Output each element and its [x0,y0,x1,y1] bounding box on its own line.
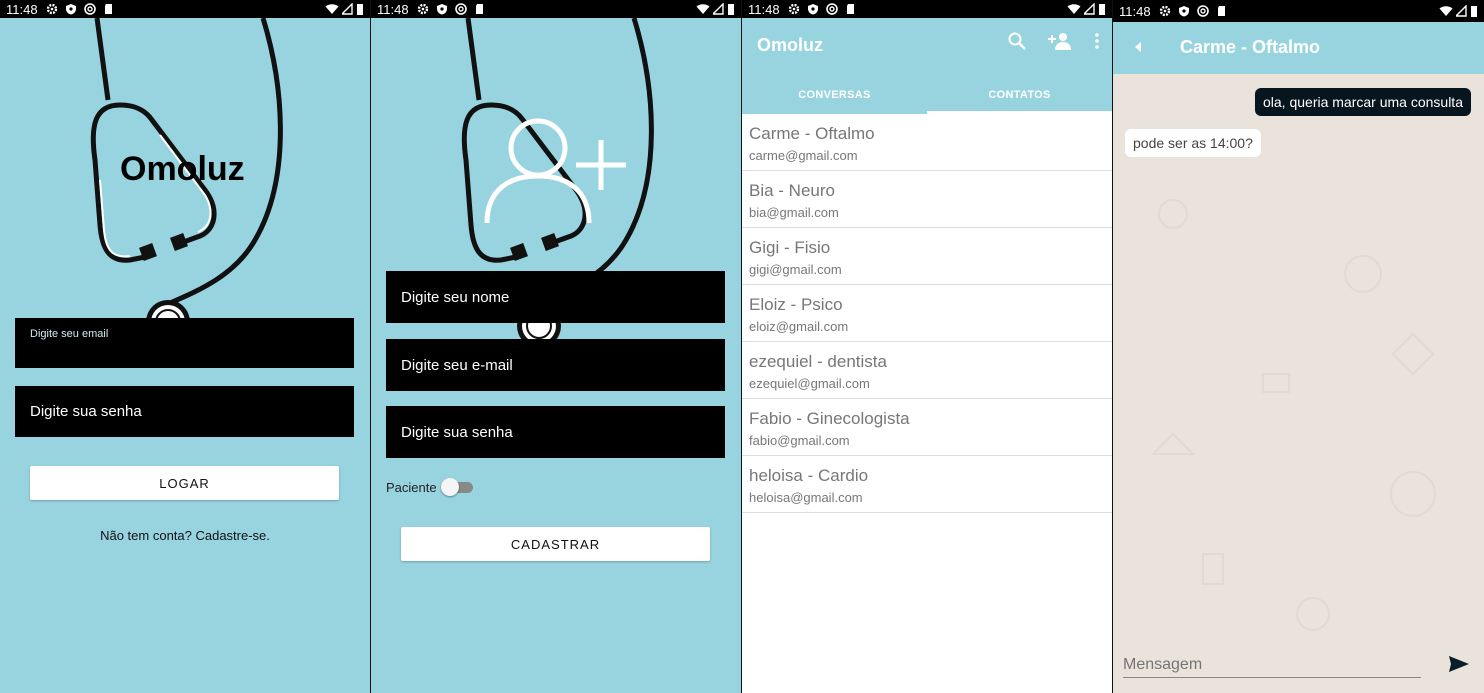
patient-toggle[interactable] [440,478,473,496]
login-button[interactable]: LOGAR [30,466,339,500]
password-field[interactable]: Digite sua senha [386,406,725,458]
email-field[interactable]: Digite seu email [15,318,354,368]
message-bubble-outgoing: ola, queria marcar uma consulta [1255,88,1471,116]
message-bubble-incoming: pode ser as 14:00? [1125,129,1261,157]
contact-email: gigi@gmail.com [749,262,842,277]
email-field-label: Digite seu e-mail [401,357,513,374]
contact-item[interactable]: Gigi - Fisio gigi@gmail.com [742,228,1112,285]
send-icon[interactable] [1448,655,1470,673]
battery-icon [1099,4,1105,15]
app-logo: Omoluz [120,150,245,188]
app-title: Omoluz [757,35,823,55]
chat-wallpaper-pattern [1150,199,1436,631]
wifi-icon [1067,4,1081,14]
contact-email: eloiz@gmail.com [749,319,849,334]
contact-item[interactable]: Bia - Neuro bia@gmail.com [742,171,1112,228]
email-field-label: Digite seu email [30,328,109,340]
contact-name: Carme - Oftalmo [749,124,875,143]
status-time: 11:48 [1119,3,1151,19]
contact-name: Eloiz - Psico [749,295,843,314]
shield-icon [807,4,818,15]
add-contact-icon[interactable] [1048,32,1072,50]
status-bar: 11:48 [742,0,1112,18]
toggle-thumb [440,478,459,496]
chat-title: Carme - Oftalmo [1180,37,1321,57]
tab-contatos[interactable]: CONTATOS [927,76,1112,114]
tab-conversas[interactable]: CONVERSAS [742,76,927,114]
sd-card-icon [1217,6,1225,16]
at-icon [825,3,838,15]
login-screen: 11:48 Omoluz Digite seu email Digite sua… [0,0,370,693]
name-field[interactable]: Digite seu nome [386,271,725,323]
at-icon [1196,5,1209,17]
signal-icon [1084,3,1095,15]
contact-name: Fabio - Ginecologista [749,409,910,428]
patient-label: Paciente [386,479,437,495]
contact-name: heloisa - Cardio [749,466,869,485]
shield-icon [1178,6,1189,17]
battery-icon [1471,6,1477,17]
contact-name: ezequiel - dentista [749,352,887,371]
name-field-label: Digite seu nome [401,289,510,306]
status-time: 11:48 [748,1,780,17]
contact-email: bia@gmail.com [749,205,839,220]
back-arrow-icon[interactable] [1133,41,1143,53]
wifi-icon [1439,6,1453,16]
contacts-screen: 11:48 Omoluz CONVERSAS CONTATOS Carme - … [742,0,1112,693]
contact-item[interactable]: Fabio - Ginecologista fabio@gmail.com [742,399,1112,456]
password-field-label: Digite sua senha [401,424,513,441]
password-field-label: Digite sua senha [30,403,142,420]
sd-card-icon [846,4,854,14]
message-input-bar [1123,650,1474,680]
register-screen: 11:48 Digite seu nome Digite seu e-mail … [371,0,741,693]
chat-app-bar: Carme - Oftalmo [1113,22,1484,74]
contact-item[interactable]: ezequiel - dentista ezequiel@gmail.com [742,342,1112,399]
chat-screen: 11:48 Carme - Oftalmo ola, queria marcar… [1113,0,1484,693]
contact-name: Gigi - Fisio [749,238,831,257]
contact-name: Bia - Neuro [749,181,835,200]
add-user-icon [484,118,626,224]
chat-background [1113,74,1484,693]
contact-email: heloisa@gmail.com [749,490,863,505]
contact-email: carme@gmail.com [749,148,858,163]
contact-item[interactable]: Carme - Oftalmo carme@gmail.com [742,114,1112,171]
register-button[interactable]: CADASTRAR [401,527,710,561]
tab-bar: CONVERSAS CONTATOS [742,76,1112,114]
settings-icon [788,3,799,15]
contact-item[interactable]: Eloiz - Psico eloiz@gmail.com [742,285,1112,342]
email-field[interactable]: Digite seu e-mail [386,339,725,391]
app-bar: Omoluz CONVERSAS CONTATOS [742,18,1112,114]
contact-item[interactable]: heloisa - Cardio heloisa@gmail.com [742,456,1112,513]
settings-icon [1159,5,1170,17]
contact-email: ezequiel@gmail.com [749,376,870,391]
search-icon[interactable] [1008,32,1026,50]
status-bar: 11:48 [1113,0,1484,22]
more-options-icon[interactable] [1094,32,1100,50]
password-field[interactable]: Digite sua senha [15,386,354,437]
signup-link[interactable]: Não tem conta? Cadastre-se. [0,528,370,543]
patient-switch-row: Paciente [386,478,473,496]
contact-email: fabio@gmail.com [749,433,850,448]
app-screens: 11:48 Omoluz Digite seu email Digite sua… [0,0,1484,693]
message-input[interactable] [1123,652,1421,678]
signal-icon [1456,5,1467,17]
